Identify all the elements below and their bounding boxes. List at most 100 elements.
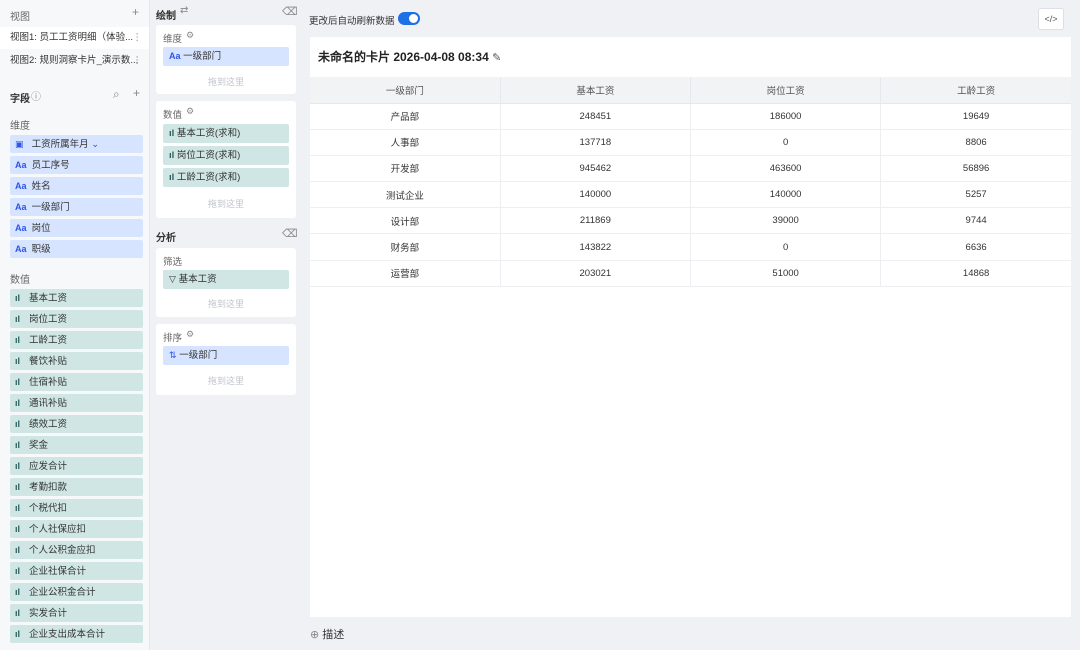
eraser-icon[interactable]: ⌫ — [282, 5, 298, 18]
auto-refresh-toggle[interactable] — [398, 12, 420, 25]
dimension-field[interactable]: Aa 岗位 — [10, 219, 143, 237]
draw-measure-chip[interactable]: ıl 岗位工资(求和) — [163, 146, 289, 165]
bar-chart-icon: ıl — [15, 545, 21, 555]
config-panel: 绘制 ⇄ ⌫ 维度 ⚙ Aa 一级部门 拖到这里 数值 ⚙ ıl 基本工资(求和… — [151, 0, 300, 650]
draw-measure-chip[interactable]: ıl 基本工资(求和) — [163, 124, 289, 143]
settings-icon[interactable]: ⚙ — [186, 30, 194, 41]
measure-field[interactable]: ıl 餐饮补贴 — [10, 352, 143, 370]
bar-chart-icon: ıl — [15, 482, 21, 492]
table-cell: 945462 — [500, 155, 692, 183]
table-cell: 56896 — [880, 155, 1071, 183]
table-cell: 9744 — [880, 207, 1071, 235]
swap-icon[interactable]: ⇄ — [180, 5, 188, 16]
table-cell: 140000 — [500, 181, 692, 209]
measure-field[interactable]: ıl 岗位工资 — [10, 310, 143, 328]
filter-icon: ▽ — [169, 274, 176, 284]
add-circle-icon: ⊕ — [310, 629, 320, 641]
dimension-field[interactable]: Aa 一级部门 — [10, 198, 143, 216]
add-view-icon[interactable]: + — [132, 5, 139, 19]
fields-title: 字段 — [10, 94, 30, 105]
table-cell: 开发部 — [310, 155, 501, 183]
table-cell: 39000 — [690, 207, 882, 235]
table-cell: 51000 — [690, 260, 882, 287]
describe-button[interactable]: ⊕ 描述 — [310, 626, 344, 642]
drop-zone[interactable]: 拖到这里 — [156, 75, 296, 88]
measure-field[interactable]: ıl 基本工资 — [10, 289, 143, 307]
bar-chart-icon: ıl — [169, 172, 177, 183]
table-cell: 0 — [690, 233, 882, 261]
edit-icon[interactable]: ✎ — [492, 52, 501, 64]
text-type-icon: Aa — [15, 160, 27, 170]
draw-dimension-panel: 维度 ⚙ Aa 一级部门 拖到这里 — [156, 25, 296, 94]
search-icon[interactable]: ⌕ — [113, 87, 120, 102]
code-view-button[interactable]: </> — [1038, 8, 1064, 30]
dimension-field[interactable]: ▣ 工资所属年月 ⌄ — [10, 135, 143, 153]
filter-chip[interactable]: ▽ 基本工资 — [163, 270, 289, 289]
draw-dim-chip[interactable]: Aa 一级部门 — [163, 47, 289, 66]
bar-chart-icon: ıl — [15, 293, 21, 303]
table-cell: 0 — [690, 129, 882, 156]
measure-field[interactable]: ıl 应发合计 — [10, 457, 143, 475]
measure-field[interactable]: ıl 实发合计 — [10, 604, 143, 622]
draw-title: 绘制 — [156, 11, 176, 22]
bar-chart-icon: ıl — [15, 440, 21, 450]
bar-chart-icon: ıl — [15, 356, 21, 366]
chevron-down-icon[interactable]: ⌄ — [89, 139, 99, 150]
bar-chart-icon: ıl — [15, 629, 21, 639]
view-item[interactable]: 视图1: 员工工资明细（体验... ⋮ — [0, 27, 149, 49]
bar-chart-icon: ıl — [169, 150, 177, 161]
column-header[interactable]: 一级部门 — [310, 77, 501, 104]
table-row: 产品部 248451 186000 19649 — [310, 103, 1071, 130]
table-cell: 203021 — [500, 260, 692, 287]
settings-icon[interactable]: ⚙ — [186, 106, 194, 117]
column-header[interactable]: 工龄工资 — [880, 77, 1071, 104]
measure-field[interactable]: ıl 工龄工资 — [10, 331, 143, 349]
fields-panel: 视图 + 视图1: 员工工资明细（体验... ⋮ 视图2: 规则洞察卡片_演示数..… — [0, 0, 150, 650]
more-icon[interactable]: ⋮ — [133, 27, 143, 49]
table-row: 财务部 143822 0 6636 — [310, 233, 1071, 261]
dimension-field[interactable]: Aa 姓名 — [10, 177, 143, 195]
table-cell: 人事部 — [310, 129, 501, 156]
measure-field[interactable]: ıl 住宿补贴 — [10, 373, 143, 391]
dimension-field[interactable]: Aa 职级 — [10, 240, 143, 258]
table-cell: 产品部 — [310, 103, 501, 130]
sort-panel: 排序 ⚙ ⇅ 一级部门 拖到这里 — [156, 324, 296, 395]
add-field-icon[interactable]: + — [133, 86, 140, 100]
table-cell: 5257 — [880, 181, 1071, 209]
drop-zone[interactable]: 拖到这里 — [156, 197, 296, 210]
calendar-icon: ▣ — [15, 139, 24, 149]
table-cell: 143822 — [500, 233, 692, 261]
info-icon[interactable]: ⓘ — [31, 88, 41, 103]
measure-field[interactable]: ıl 个人社保应扣 — [10, 520, 143, 538]
table-row: 开发部 945462 463600 56896 — [310, 155, 1071, 183]
measure-field[interactable]: ıl 个人公积金应扣 — [10, 541, 143, 559]
measure-field[interactable]: ıl 企业公积金合计 — [10, 583, 143, 601]
dimension-field[interactable]: Aa 员工序号 — [10, 156, 143, 174]
text-type-icon: Aa — [15, 181, 27, 191]
draw-measure-chip[interactable]: ıl 工龄工资(求和) — [163, 168, 289, 187]
measure-field[interactable]: ıl 企业社保合计 — [10, 562, 143, 580]
table-cell: 248451 — [500, 103, 692, 130]
column-header[interactable]: 基本工资 — [500, 77, 692, 104]
eraser-icon[interactable]: ⌫ — [282, 227, 298, 240]
measure-field[interactable]: ıl 奖金 — [10, 436, 143, 454]
table-cell: 140000 — [690, 181, 882, 209]
sort-chip[interactable]: ⇅ 一级部门 — [163, 346, 289, 365]
measure-field[interactable]: ıl 绩效工资 — [10, 415, 143, 433]
measure-field[interactable]: ıl 个税代扣 — [10, 499, 143, 517]
auto-refresh-label: 更改后自动刷新数据 — [309, 16, 395, 27]
measure-field[interactable]: ıl 通讯补贴 — [10, 394, 143, 412]
card-title[interactable]: 未命名的卡片 2026-04-08 08:34 ✎ — [318, 48, 501, 65]
analysis-title: 分析 — [156, 233, 176, 244]
measure-field[interactable]: ıl 企业支出成本合计 — [10, 625, 143, 643]
view-item[interactable]: 视图2: 规则洞察卡片_演示数... ⋮ — [0, 50, 149, 72]
drop-zone[interactable]: 拖到这里 — [156, 297, 296, 310]
bar-chart-icon: ıl — [15, 587, 21, 597]
settings-icon[interactable]: ⚙ — [186, 329, 194, 340]
more-icon[interactable]: ⋮ — [133, 50, 143, 72]
measure-field[interactable]: ıl 考勤扣款 — [10, 478, 143, 496]
column-header[interactable]: 岗位工资 — [690, 77, 882, 104]
table-row: 运营部 203021 51000 14868 — [310, 260, 1071, 287]
table-cell: 8806 — [880, 129, 1071, 156]
drop-zone[interactable]: 拖到这里 — [156, 374, 296, 387]
